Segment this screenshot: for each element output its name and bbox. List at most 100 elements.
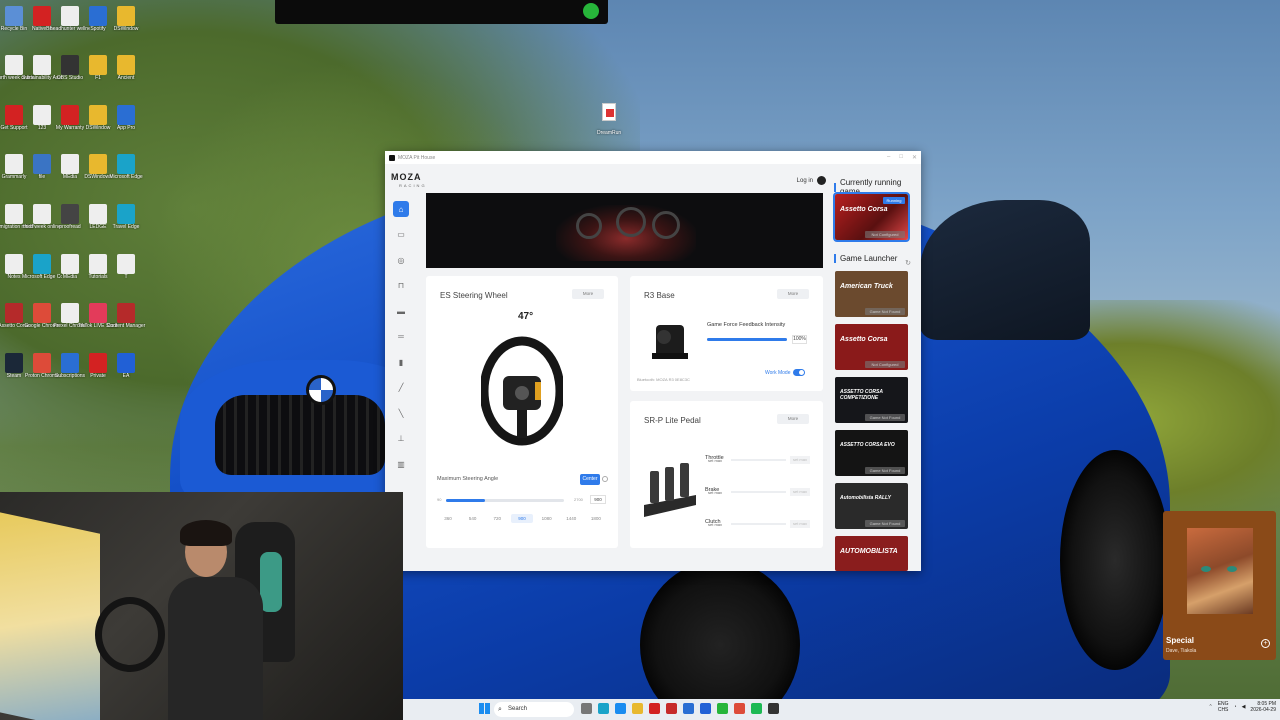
desktop-icon-label: Microsoft Edge	[109, 174, 143, 180]
game-card[interactable]: ASSETTO CORSA EVO Game Not Found	[835, 430, 908, 476]
game-card[interactable]: American Truck Game Not Found	[835, 271, 908, 317]
chevron-up-icon[interactable]: ⌃	[1208, 704, 1212, 710]
app-icon	[89, 353, 107, 373]
ffb-value-input[interactable]: 100%	[792, 335, 807, 344]
pedal-set-button[interactable]: set max	[708, 490, 722, 495]
add-icon[interactable]: +	[1261, 639, 1270, 648]
language-indicator[interactable]: ENG CHS	[1218, 701, 1229, 713]
pedal-row: Clutch set max set max	[705, 510, 815, 528]
store-icon[interactable]	[615, 703, 626, 714]
pedal-set-button[interactable]: set max	[708, 522, 722, 527]
game-card[interactable]: ASSETTO CORSA COMPETIZIONE Game Not Found	[835, 377, 908, 423]
music-widget[interactable]: Special Dave, Tiakola +	[1163, 511, 1276, 660]
ffb-intensity-slider[interactable]	[707, 338, 787, 341]
work-mode-toggle[interactable]	[793, 369, 806, 376]
desktop-icon[interactable]: DSWindow	[111, 6, 141, 32]
wallpaper-car-logo	[306, 375, 336, 405]
top-overlay-bar	[275, 0, 608, 24]
app-icon[interactable]	[649, 703, 660, 714]
desktop-icon[interactable]: Ancient	[111, 55, 141, 81]
pedal-image	[644, 463, 696, 517]
work-mode-control[interactable]: Work Mode	[765, 369, 806, 376]
app-icon	[61, 303, 79, 323]
app-icon	[117, 55, 135, 75]
app-icon	[117, 254, 135, 274]
hub-icon[interactable]: ⊥	[393, 431, 409, 447]
dash-icon[interactable]: ▬	[393, 303, 409, 319]
chrome-icon[interactable]	[734, 703, 745, 714]
work-mode-label: Work Mode	[765, 369, 791, 376]
angle-preset-button[interactable]: 1440	[560, 514, 582, 523]
wheel-more-button[interactable]: More	[572, 289, 604, 299]
app-icon[interactable]	[751, 703, 762, 714]
desktop-icon[interactable]: Travel Edge	[111, 204, 141, 230]
app-icon	[5, 6, 23, 26]
angle-preset-button[interactable]: 720	[486, 514, 508, 523]
system-tray: ⌃ ENG CHS ◔ ◀ 8:05 PM 2026-04-29	[1208, 701, 1276, 713]
close-icon[interactable]: ✕	[912, 154, 917, 161]
game-status: Not Configured	[865, 231, 905, 238]
app-icon[interactable]	[700, 703, 711, 714]
maximize-icon[interactable]: □	[899, 154, 903, 161]
webcam-overlay	[0, 492, 403, 720]
refresh-icon[interactable]: ↻	[905, 259, 911, 267]
desktop-icon[interactable]: Microsoft Edge	[109, 154, 143, 180]
sequential-icon[interactable]: ╲	[393, 405, 409, 421]
angle-preset-button[interactable]: 540	[462, 514, 484, 523]
pedal-set-button[interactable]: set max	[708, 458, 722, 463]
center-button[interactable]: Center	[580, 474, 600, 485]
webcam-chair-stripe	[260, 552, 282, 612]
current-game-card[interactable]: Assetto Corsa Running Not Configured	[833, 192, 910, 242]
edge-icon[interactable]	[598, 703, 609, 714]
app-header: MOZA RACING Log in	[385, 164, 828, 194]
windows-start-icon[interactable]	[479, 703, 490, 714]
wifi-icon[interactable]: ◔	[1234, 704, 1237, 710]
pedal-more-button[interactable]: More	[777, 414, 809, 424]
app-icon	[5, 254, 23, 274]
task-view-icon[interactable]	[581, 703, 592, 714]
desktop-icon-label: Content Manager	[106, 323, 146, 329]
moza-icon[interactable]	[768, 703, 779, 714]
game-status: Game Not Found	[865, 308, 905, 315]
spotify-icon[interactable]	[717, 703, 728, 714]
angle-preset-button[interactable]: 1080	[536, 514, 558, 523]
angle-preset-button[interactable]: 360	[437, 514, 459, 523]
volume-icon[interactable]: ◀	[1242, 704, 1246, 710]
minimize-icon[interactable]: –	[887, 154, 890, 161]
game-card[interactable]: AUTOMOBILISTA	[835, 536, 908, 571]
game-title: ASSETTO CORSA EVO	[840, 442, 895, 448]
max-angle-input[interactable]: 900	[590, 495, 606, 504]
base-more-button[interactable]: More	[777, 289, 809, 299]
shifter-icon[interactable]: ═	[393, 329, 409, 345]
pedal-icon[interactable]: ⊓	[393, 278, 409, 294]
login-button[interactable]: Log in	[797, 176, 826, 185]
vscode-icon[interactable]	[683, 703, 694, 714]
product-banner[interactable]	[426, 193, 823, 268]
angle-preset-button[interactable]: 1800	[585, 514, 607, 523]
desktop-file-icon[interactable]: DreamRun	[597, 103, 621, 139]
clock[interactable]: 8:05 PM 2026-04-29	[1250, 701, 1276, 713]
game-card[interactable]: Assetto Corsa Not Configured	[835, 324, 908, 370]
angle-preset-button[interactable]: 900	[510, 514, 533, 523]
settings-icon[interactable]: ▥	[393, 456, 409, 472]
ffb-label: Game Force Feedback Intensity	[707, 322, 786, 328]
app-icon	[33, 154, 51, 174]
desktop-icon[interactable]: Content Manager	[107, 303, 145, 329]
track-title: Special	[1166, 636, 1195, 645]
desktop-icon[interactable]: App Pro	[111, 105, 141, 131]
stalk-icon[interactable]: ╱	[393, 380, 409, 396]
wheel-base-icon[interactable]: ▭	[393, 227, 409, 243]
handbrake-icon[interactable]: ▮	[393, 354, 409, 370]
record-status-icon[interactable]	[583, 3, 599, 19]
desktop-icon[interactable]: T	[111, 254, 141, 280]
max-angle-slider[interactable]	[446, 499, 564, 502]
taskbar-search[interactable]: ⌕ Search	[494, 702, 574, 717]
desktop-icon[interactable]: EA	[111, 353, 141, 379]
game-card[interactable]: Automobilista RALLY Game Not Found	[835, 483, 908, 529]
home-icon[interactable]: ⌂	[393, 201, 409, 217]
wallpaper-car-wheel	[1060, 450, 1170, 670]
steering-wheel-icon[interactable]: ◎	[393, 252, 409, 268]
file-explorer-icon[interactable]	[632, 703, 643, 714]
info-icon[interactable]	[602, 476, 608, 482]
app-icon[interactable]	[666, 703, 677, 714]
